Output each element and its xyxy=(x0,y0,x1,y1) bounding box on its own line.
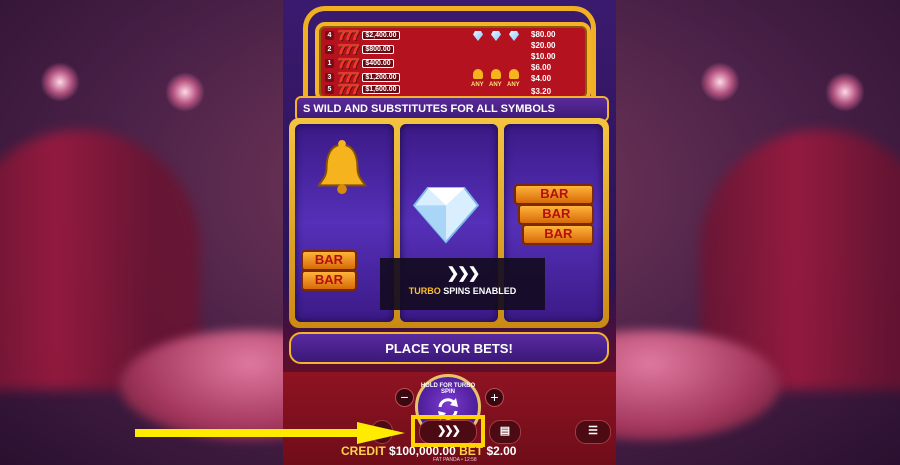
increase-bet-button[interactable]: + xyxy=(485,388,504,407)
menu-button[interactable]: ☰ xyxy=(575,420,611,444)
diamond-icon xyxy=(412,186,479,244)
payout-value: $6.00 xyxy=(531,63,552,72)
payout-column: $80.00 $20.00 $10.00 $6.00 $4.00 $3.20 xyxy=(531,29,581,97)
payline-number: 3 xyxy=(325,72,334,82)
prize-value: $400.00 xyxy=(362,58,394,68)
paytable-row: 2 777 $800.00 xyxy=(325,41,394,57)
bar-symbol: BAR xyxy=(514,184,595,205)
bar-symbol: BAR xyxy=(301,270,357,291)
any-label: ANY xyxy=(489,82,502,88)
paytable-row: 1 777 $400.00 xyxy=(325,55,394,71)
stage-light xyxy=(40,62,80,102)
menu-icon: ☰ xyxy=(588,425,598,437)
turbo-icon: ❯❯❯ xyxy=(446,265,481,282)
bar-symbol: BAR xyxy=(301,250,357,271)
stage-light xyxy=(825,72,865,112)
diamond-icon xyxy=(491,31,501,41)
any-label: ANY xyxy=(507,82,520,88)
payout-value: $80.00 xyxy=(531,30,556,39)
reel-1: BAR BAR xyxy=(295,124,394,322)
bar-symbol: BAR xyxy=(522,224,595,245)
bar-symbol: BAR xyxy=(518,204,595,225)
any-label: ANY xyxy=(471,82,484,88)
banner-text: S WILD AND SUBSTITUTES FOR ALL SYMBOLS xyxy=(303,103,555,115)
turbo-notification: ❯❯❯ TURBO SPINS ENABLED xyxy=(380,258,545,310)
autoplay-button[interactable]: ▤ xyxy=(489,420,521,444)
bet-value: $2.00 xyxy=(486,444,517,458)
diamond-icon xyxy=(509,31,519,41)
prize-value: $2,400.00 xyxy=(362,30,400,40)
bell-icon xyxy=(473,69,483,79)
payline-number: 2 xyxy=(325,44,334,54)
prize-value: $800.00 xyxy=(362,44,394,54)
paytable-row: 5 777 $1,600.00 xyxy=(325,81,400,97)
slot-machine: 4 777 $2,400.00 2 777 $800.00 1 777 $400… xyxy=(283,0,616,465)
annotation-highlight-box xyxy=(411,415,485,447)
payline-number: 5 xyxy=(325,84,334,94)
game-footer: FAT PANDA • 12:58 xyxy=(433,457,477,463)
payout-value: $10.00 xyxy=(531,52,556,61)
bell-icon xyxy=(491,69,501,79)
annotation-arrow-icon xyxy=(135,422,405,444)
turbo-message: TURBO SPINS ENABLED xyxy=(408,286,517,296)
coins-icon: ▤ xyxy=(499,425,511,437)
diamond-icon xyxy=(473,31,483,41)
hold-for-turbo-label: HOLD FOR TURBO SPIN xyxy=(420,383,476,395)
credit-label: CREDIT xyxy=(341,444,386,458)
stage-light xyxy=(165,72,205,112)
paytable-row: 4 777 $2,400.00 xyxy=(325,27,400,43)
payline-number: 4 xyxy=(325,30,334,40)
decrease-bet-button[interactable]: − xyxy=(395,388,414,407)
payout-value: $20.00 xyxy=(531,41,556,50)
bell-icon xyxy=(509,69,519,79)
prize-value: $1,200.00 xyxy=(362,72,400,82)
stage-light xyxy=(700,62,740,102)
payline-number: 1 xyxy=(325,58,334,68)
seven-symbols: 777 xyxy=(338,81,359,97)
status-message: PLACE YOUR BETS! xyxy=(289,332,609,364)
bell-icon xyxy=(317,139,367,195)
paytable: 4 777 $2,400.00 2 777 $800.00 1 777 $400… xyxy=(315,22,591,102)
payout-value: $4.00 xyxy=(531,74,552,83)
prize-value: $1,600.00 xyxy=(362,84,400,94)
